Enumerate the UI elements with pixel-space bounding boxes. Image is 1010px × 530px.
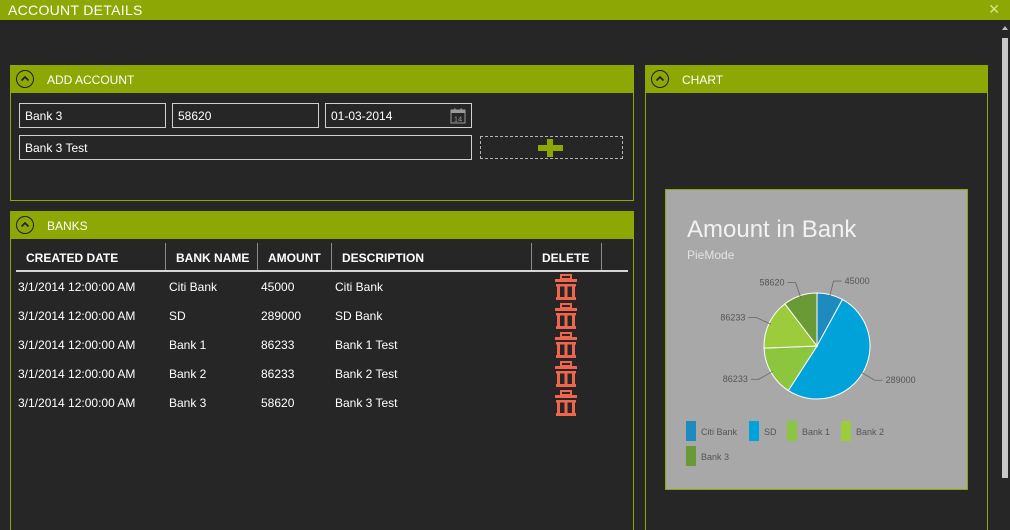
cell-amount: 45000: [261, 280, 295, 294]
pie-value-label: 86233: [723, 374, 748, 384]
legend-swatch: [686, 421, 696, 441]
cell-bank-name: SD: [169, 309, 186, 323]
pie-chart: Amount in Bank PieMode 45000 289000 86233 8…: [665, 189, 968, 490]
banks-panel: BANKS CREATED DATE BANK NAME AMOUNT DESC…: [10, 211, 634, 530]
bank-name-input[interactable]: Bank 3: [19, 103, 166, 128]
table-row[interactable]: 3/1/2014 12:00:00 AM Bank 2 86233 Bank 2…: [16, 359, 628, 388]
cell-created-date: 3/1/2014 12:00:00 AM: [18, 396, 136, 410]
cell-description: SD Bank: [335, 309, 383, 323]
table-row[interactable]: 3/1/2014 12:00:00 AM SD 289000 SD Bank: [16, 301, 628, 330]
description-input[interactable]: Bank 3 Test: [19, 135, 472, 160]
cell-bank-name: Bank 2: [169, 367, 207, 381]
close-icon[interactable]: ✕: [988, 1, 1000, 18]
table-header: CREATED DATE BANK NAME AMOUNT DESCRIPTIO…: [16, 243, 628, 272]
cell-bank-name: Bank 1: [169, 338, 207, 352]
pie-leader-line: [860, 371, 883, 381]
legend-swatch: [749, 421, 759, 441]
table-row[interactable]: 3/1/2014 12:00:00 AM Citi Bank 45000 Cit…: [16, 272, 628, 301]
cell-description: Bank 1 Test: [335, 338, 398, 352]
cell-amount: 86233: [261, 367, 295, 381]
column-description[interactable]: DESCRIPTION: [332, 243, 532, 270]
column-delete[interactable]: DELETE: [532, 243, 602, 270]
column-created-date[interactable]: CREATED DATE: [16, 243, 166, 270]
legend-swatch: [841, 421, 851, 441]
window-title: ACCOUNT DETAILS: [8, 2, 143, 18]
table-row[interactable]: 3/1/2014 12:00:00 AM Bank 1 86233 Bank 1…: [16, 330, 628, 359]
trash-icon[interactable]: [555, 274, 577, 300]
table-row[interactable]: 3/1/2014 12:00:00 AM Bank 3 58620 Bank 3…: [16, 388, 628, 417]
pie-leader-line: [748, 317, 772, 325]
chevron-up-icon[interactable]: [16, 216, 34, 234]
cell-created-date: 3/1/2014 12:00:00 AM: [18, 309, 136, 323]
trash-icon[interactable]: [555, 361, 577, 387]
legend-label: Bank 2: [856, 427, 885, 437]
chart-header[interactable]: CHART: [646, 66, 987, 93]
vertical-scrollbar[interactable]: [1001, 20, 1010, 530]
trash-icon[interactable]: [555, 332, 577, 358]
banks-title: BANKS: [47, 219, 88, 233]
cell-bank-name: Bank 3: [169, 396, 207, 410]
cell-amount: 86233: [261, 338, 295, 352]
trash-icon[interactable]: [555, 390, 577, 416]
pie-leader-line: [750, 370, 773, 380]
pie-value-label: 58620: [760, 278, 785, 288]
chevron-up-icon[interactable]: [651, 70, 669, 88]
chart-panel: CHART Amount in Bank PieMode 45000 289000…: [645, 65, 988, 530]
cell-created-date: 3/1/2014 12:00:00 AM: [18, 280, 136, 294]
pie-value-label: 86233: [720, 312, 745, 322]
add-account-title: ADD ACCOUNT: [47, 73, 135, 87]
scrollbar-thumb[interactable]: [1002, 38, 1008, 478]
trash-icon[interactable]: [555, 303, 577, 329]
add-account-button[interactable]: [480, 136, 623, 159]
column-amount[interactable]: AMOUNT: [258, 243, 332, 270]
amount-input[interactable]: 58620: [172, 103, 319, 128]
cell-description: Bank 2 Test: [335, 367, 398, 381]
legend-label: Bank 1: [802, 427, 831, 437]
column-bank-name[interactable]: BANK NAME: [166, 243, 258, 270]
legend-label: SD: [764, 427, 777, 437]
cell-amount: 289000: [261, 309, 302, 323]
pie-value-label: 45000: [845, 276, 870, 286]
calendar-day: 14: [454, 115, 462, 124]
add-account-panel: ADD ACCOUNT Bank 3 58620 01-03-2014 14 B…: [10, 65, 634, 201]
chart-panel-title: CHART: [682, 73, 724, 87]
title-bar: ACCOUNT DETAILS ✕: [0, 0, 1010, 20]
cell-created-date: 3/1/2014 12:00:00 AM: [18, 338, 136, 352]
pie-leader-line: [787, 282, 802, 298]
add-account-header[interactable]: ADD ACCOUNT: [11, 66, 633, 93]
pie-leader-line: [829, 280, 842, 297]
date-value: 01-03-2014: [331, 109, 393, 123]
legend-swatch: [686, 446, 696, 466]
legend-label: Bank 3: [701, 452, 730, 462]
cell-description: Citi Bank: [335, 280, 384, 294]
scroll-up-arrow-icon[interactable]: [1002, 26, 1008, 30]
cell-created-date: 3/1/2014 12:00:00 AM: [18, 367, 136, 381]
legend-label: Citi Bank: [701, 427, 738, 437]
pie-value-label: 289000: [886, 375, 916, 385]
cell-bank-name: Citi Bank: [169, 280, 218, 294]
chevron-up-icon[interactable]: [16, 70, 34, 88]
legend-swatch: [787, 421, 797, 441]
banks-header[interactable]: BANKS: [11, 212, 633, 239]
cell-description: Bank 3 Test: [335, 396, 398, 410]
date-picker[interactable]: 01-03-2014 14: [325, 103, 472, 128]
cell-amount: 58620: [261, 396, 295, 410]
pie-svg: 45000 289000 86233 86233 58620: [720, 276, 916, 400]
calendar-icon[interactable]: 14: [450, 108, 466, 124]
